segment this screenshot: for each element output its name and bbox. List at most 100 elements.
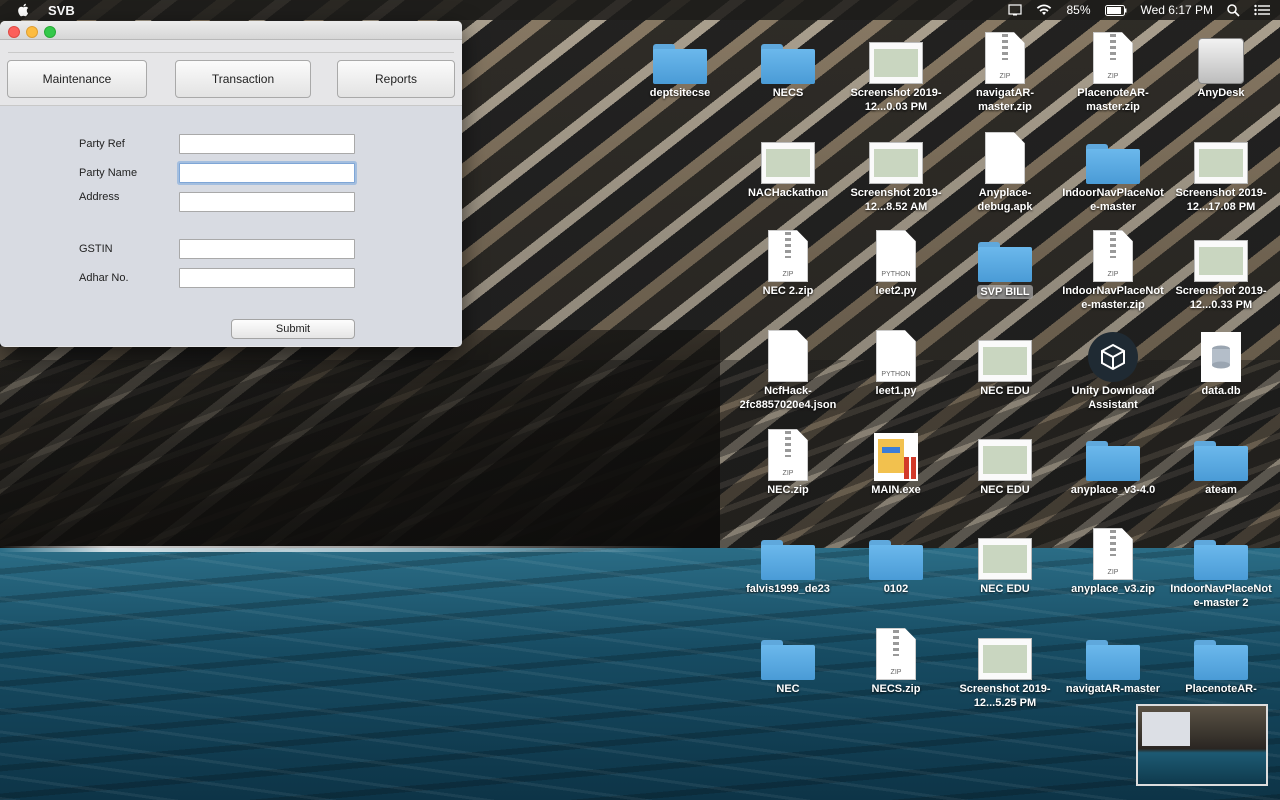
- folder-icon: [758, 626, 818, 680]
- document-icon: [975, 130, 1035, 184]
- desktop-icon[interactable]: NcfHack-2fc8857020e4.json: [736, 328, 840, 412]
- desktop-icon[interactable]: ateam: [1169, 427, 1273, 497]
- desktop-icon[interactable]: NEC EDU: [953, 328, 1057, 398]
- maintenance-button[interactable]: Maintenance: [7, 60, 147, 98]
- notification-center-icon[interactable]: [1254, 4, 1270, 16]
- desktop-icon[interactable]: ZIP NEC 2.zip: [736, 228, 840, 298]
- folder-icon: [1191, 526, 1251, 580]
- desktop-icon[interactable]: ZIP IndoorNavPlaceNote-master.zip: [1061, 228, 1165, 312]
- desktop-icon[interactable]: data.db: [1169, 328, 1273, 398]
- spotlight-search-icon[interactable]: [1227, 3, 1240, 17]
- desktop-icon-label: navigatAR-master: [1065, 683, 1161, 695]
- desktop-icon-label: SVP BILL: [977, 285, 1033, 299]
- desktop-icon[interactable]: Screenshot 2019-12...8.52 AM: [844, 130, 948, 214]
- desktop-icon-label: NEC EDU: [980, 583, 1030, 595]
- adhar-input[interactable]: [179, 268, 355, 288]
- desktop-icon-label: PlacenoteAR-master.zip: [1077, 87, 1149, 113]
- desktop-icon-label: NECS: [772, 87, 804, 99]
- screen-share-icon[interactable]: [1008, 4, 1023, 16]
- address-label: Address: [79, 191, 120, 203]
- file-type-tag: PYTHON: [881, 371, 911, 378]
- desktop-icon[interactable]: deptsitecse: [628, 30, 732, 100]
- party-ref-input[interactable]: [179, 134, 355, 154]
- module-button-bar: Maintenance Transaction Reports: [0, 40, 462, 106]
- folder-icon: [1191, 626, 1251, 680]
- folder-icon: [975, 228, 1035, 282]
- folder-icon: [758, 30, 818, 84]
- folder-icon: [1083, 626, 1143, 680]
- desktop-icon[interactable]: 0102: [844, 526, 948, 596]
- screenshot-file-icon: [758, 130, 818, 184]
- desktop-icon[interactable]: anyplace_v3-4.0: [1061, 427, 1165, 497]
- wallpaper-cliff-shadow: [0, 330, 720, 560]
- desktop-icon-label: MAIN.exe: [871, 484, 921, 496]
- desktop-icon-label: Unity Download Assistant: [1071, 385, 1155, 411]
- desktop-icon-label: Screenshot 2019-12...5.25 PM: [959, 683, 1051, 709]
- minimize-window-icon[interactable]: [26, 26, 38, 38]
- desktop-icon-label: NEC.zip: [767, 484, 809, 496]
- desktop-icon[interactable]: NEC EDU: [953, 427, 1057, 497]
- desktop-icon[interactable]: PYTHON leet2.py: [844, 228, 948, 298]
- document-icon: [758, 328, 818, 382]
- desktop-icon[interactable]: PlacenoteAR-: [1169, 626, 1273, 696]
- transaction-button[interactable]: Transaction: [175, 60, 311, 98]
- desktop-icon[interactable]: NEC: [736, 626, 840, 696]
- desktop-icon[interactable]: IndoorNavPlaceNote-master 2: [1169, 526, 1273, 610]
- desktop-icon[interactable]: NACHackathon: [736, 130, 840, 200]
- close-window-icon[interactable]: [8, 26, 20, 38]
- menu-extras: 85% Wed 6:17 PM: [1008, 0, 1270, 20]
- folder-icon: [1083, 130, 1143, 184]
- desktop-icon-label: anyplace_v3-4.0: [1070, 484, 1156, 496]
- desktop-icon[interactable]: ZIP NEC.zip: [736, 427, 840, 497]
- folder-icon: [1191, 427, 1251, 481]
- desktop-icon-label: NEC: [776, 683, 800, 695]
- desktop-icon[interactable]: IndoorNavPlaceNote-master: [1061, 130, 1165, 214]
- desktop-icon[interactable]: ZIP PlacenoteAR-master.zip: [1061, 30, 1165, 114]
- gstin-label: GSTIN: [79, 243, 113, 255]
- window-titlebar[interactable]: [0, 21, 462, 40]
- desktop-icon-label: Screenshot 2019-12...0.33 PM: [1175, 285, 1267, 311]
- apple-menu-icon[interactable]: [16, 2, 30, 18]
- screenshot-file-icon: [975, 328, 1035, 382]
- desktop-icon[interactable]: MAIN.exe: [844, 427, 948, 497]
- party-name-input[interactable]: [179, 163, 355, 183]
- desktop-icon-label: falvis1999_de23: [746, 583, 830, 595]
- desktop-icon[interactable]: NEC EDU: [953, 526, 1057, 596]
- clock[interactable]: Wed 6:17 PM: [1141, 3, 1213, 17]
- wifi-icon[interactable]: [1036, 4, 1052, 16]
- folder-icon: [650, 30, 710, 84]
- gstin-input[interactable]: [179, 239, 355, 259]
- python-file-icon: PYTHON: [866, 328, 926, 382]
- desktop-icon-label: NEC 2.zip: [762, 285, 814, 297]
- screenshot-file-icon: [975, 626, 1035, 680]
- desktop-icon[interactable]: Screenshot 2019-12...17.08 PM: [1169, 130, 1273, 214]
- desktop-icon[interactable]: ZIP anyplace_v3.zip: [1061, 526, 1165, 596]
- reports-button[interactable]: Reports: [337, 60, 455, 98]
- party-form: Party Ref Party Name Address GSTIN Adhar…: [0, 106, 462, 346]
- battery-icon[interactable]: [1104, 4, 1127, 16]
- screenshot-thumbnail[interactable]: [1136, 704, 1268, 786]
- desktop-icon[interactable]: Screenshot 2019-12...0.33 PM: [1169, 228, 1273, 312]
- desktop-icon[interactable]: NECS: [736, 30, 840, 100]
- desktop-icon[interactable]: SVP BILL: [953, 228, 1057, 300]
- desktop-icon[interactable]: ZIP navigatAR-master.zip: [953, 30, 1057, 114]
- desktop-icon[interactable]: Screenshot 2019-12...5.25 PM: [953, 626, 1057, 710]
- app-name-menu[interactable]: SVB: [48, 3, 75, 18]
- thumbnail-window-preview: [1142, 712, 1190, 746]
- submit-button[interactable]: Submit: [231, 319, 355, 339]
- desktop-icon-label: IndoorNavPlaceNote-master: [1062, 187, 1164, 213]
- desktop-icon-label: NcfHack-2fc8857020e4.json: [739, 385, 837, 411]
- address-input[interactable]: [179, 192, 355, 212]
- desktop-icon[interactable]: falvis1999_de23: [736, 526, 840, 596]
- zoom-window-icon[interactable]: [44, 26, 56, 38]
- desktop-icon-label: NACHackathon: [747, 187, 829, 199]
- desktop-icon-label: leet2.py: [875, 285, 917, 297]
- desktop-icon[interactable]: AnyDesk: [1169, 30, 1273, 100]
- unity-icon: [1083, 328, 1143, 382]
- desktop-icon[interactable]: Unity Download Assistant: [1061, 328, 1165, 412]
- desktop-icon[interactable]: navigatAR-master: [1061, 626, 1165, 696]
- desktop-icon[interactable]: Anyplace-debug.apk: [953, 130, 1057, 214]
- desktop-icon[interactable]: ZIP NECS.zip: [844, 626, 948, 696]
- desktop-icon[interactable]: PYTHON leet1.py: [844, 328, 948, 398]
- desktop-icon[interactable]: Screenshot 2019-12...0.03 PM: [844, 30, 948, 114]
